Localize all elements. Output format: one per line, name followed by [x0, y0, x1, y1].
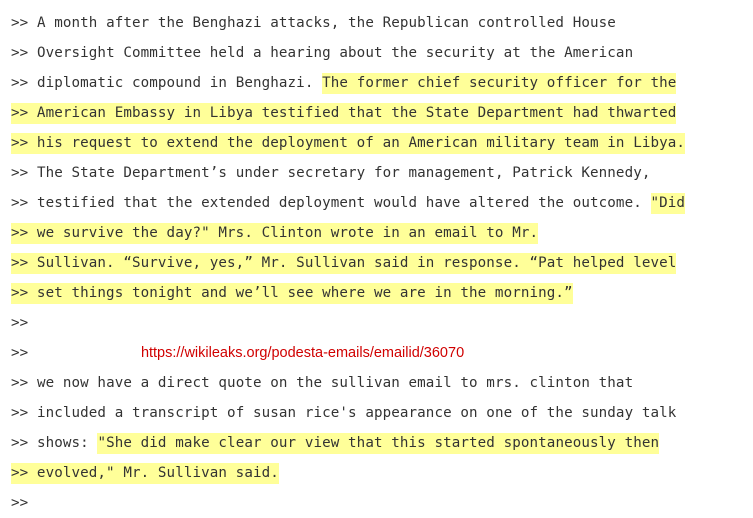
quote-prefix: >>: [11, 15, 37, 31]
quote-line: >> testified that the extended deploymen…: [11, 188, 753, 218]
wikileaks-link[interactable]: https://wikileaks.org/podesta-emails/ema…: [141, 345, 464, 361]
quote-prefix: >>: [11, 195, 37, 211]
highlighted-text: The former chief security officer for th…: [322, 73, 677, 94]
quote-line: >> Sullivan. “Survive, yes,” Mr. Sulliva…: [11, 248, 753, 278]
quote-line: >> Oversight Committee held a hearing ab…: [11, 38, 753, 68]
highlighted-text: >> American Embassy in Libya testified t…: [11, 103, 677, 124]
highlighted-text: >> we survive the day?" Mrs. Clinton wro…: [11, 223, 539, 244]
quote-text: A month after the Benghazi attacks, the …: [36, 15, 616, 31]
email-quote-body: >> A month after the Benghazi attacks, t…: [0, 0, 753, 517]
quote-prefix: >>: [11, 315, 37, 331]
quote-prefix: >>: [11, 495, 37, 511]
quote-line: >> we survive the day?" Mrs. Clinton wro…: [11, 218, 753, 248]
quote-prefix: >>: [11, 75, 37, 91]
quote-line: >> set things tonight and we’ll see wher…: [11, 278, 753, 308]
quote-line: >> American Embassy in Libya testified t…: [11, 98, 753, 128]
quote-prefix: >>: [11, 405, 37, 421]
quote-text: The State Department’s under secretary f…: [36, 165, 651, 181]
quote-text: we now have a direct quote on the sulliv…: [36, 375, 634, 391]
quote-text: included a transcript of susan rice's ap…: [36, 405, 677, 421]
quote-line: >>: [11, 308, 753, 338]
quote-prefix: >>: [11, 375, 37, 391]
quote-prefix: >>: [11, 435, 37, 451]
highlighted-text: "She did make clear our view that this s…: [97, 433, 660, 454]
quote-line: >> The State Department’s under secretar…: [11, 158, 753, 188]
highlighted-text: >> his request to extend the deployment …: [11, 133, 686, 154]
quote-line: >> shows: "She did make clear our view t…: [11, 428, 753, 458]
quote-line: >> included a transcript of susan rice's…: [11, 398, 753, 428]
highlighted-text: >> evolved," Mr. Sullivan said.: [11, 463, 279, 484]
quote-line: >> we now have a direct quote on the sul…: [11, 368, 753, 398]
highlighted-text: >> Sullivan. “Survive, yes,” Mr. Sulliva…: [11, 253, 677, 274]
quote-text: diplomatic compound in Benghazi.: [36, 75, 323, 91]
quote-prefix: >>: [11, 45, 37, 61]
quote-prefix: >>: [11, 165, 37, 181]
highlighted-text: "Did: [650, 193, 686, 214]
quote-line: >>: [11, 488, 753, 518]
quote-text: shows:: [36, 435, 98, 451]
quote-line: >> A month after the Benghazi attacks, t…: [11, 8, 753, 38]
quote-text: testified that the extended deployment w…: [36, 195, 651, 211]
quote-line: >> his request to extend the deployment …: [11, 128, 753, 158]
quote-line: >> https://wikileaks.org/podesta-emails/…: [11, 338, 753, 368]
quote-text: Oversight Committee held a hearing about…: [36, 45, 634, 61]
quote-line: >> evolved," Mr. Sullivan said.: [11, 458, 753, 488]
quote-line: >> diplomatic compound in Benghazi. The …: [11, 68, 753, 98]
quote-prefix: >>: [11, 345, 37, 361]
highlighted-text: >> set things tonight and we’ll see wher…: [11, 283, 573, 304]
